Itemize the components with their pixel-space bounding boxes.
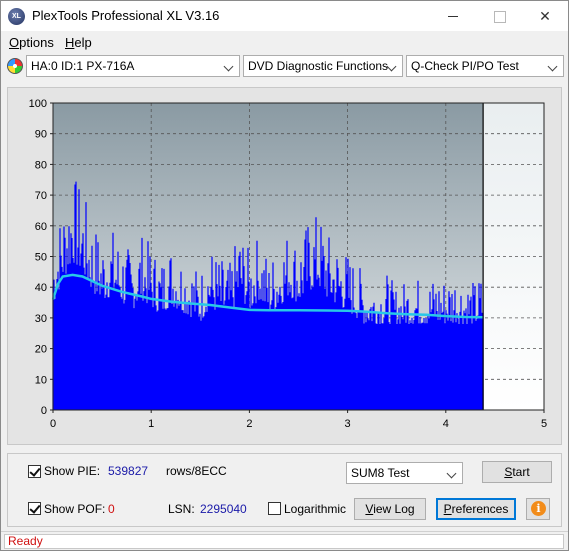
test-select[interactable]: Q-Check PI/PO Test: [406, 55, 564, 77]
app-logo-icon: XL: [8, 8, 25, 25]
pie-unit: rows/8ECC: [166, 464, 227, 478]
window-title: PlexTools Professional XL V3.16: [32, 8, 220, 23]
y-tick-label: 20: [35, 344, 47, 356]
app-window: XL PlexTools Professional XL V3.16 ✕ Opt…: [0, 0, 569, 551]
preferences-accel: P: [443, 502, 452, 516]
close-button[interactable]: ✕: [522, 1, 568, 31]
minimize-button[interactable]: [430, 1, 476, 31]
sum-test-select-value: SUM8 Test: [351, 466, 410, 480]
y-tick-label: 10: [35, 374, 47, 386]
y-tick-label: 50: [35, 252, 47, 264]
x-tick-label: 5: [541, 418, 547, 430]
info-button[interactable]: i: [526, 498, 550, 520]
x-tick-label: 2: [246, 418, 252, 430]
lsn-value: 2295040: [200, 502, 247, 516]
menu-options-label: ptions: [19, 35, 54, 50]
drive-disc-icon: [7, 58, 23, 74]
menu-bar: Options Help: [1, 31, 568, 53]
function-select-value: DVD Diagnostic Functions: [248, 59, 389, 73]
pie-value: 539827: [108, 464, 149, 478]
start-button[interactable]: Start: [482, 461, 552, 483]
y-tick-label: 70: [35, 190, 47, 202]
y-tick-label: 80: [35, 159, 47, 171]
lsn-label: LSN:: [168, 502, 195, 516]
menu-options-accel: O: [9, 35, 20, 50]
function-select[interactable]: DVD Diagnostic Functions: [243, 55, 403, 77]
y-tick-label: 30: [35, 313, 47, 325]
status-box: Ready: [4, 534, 564, 549]
y-tick-label: 90: [35, 129, 47, 141]
menu-help-accel: H: [65, 35, 75, 50]
x-tick-label: 1: [148, 418, 154, 430]
view-log-button[interactable]: View Log: [354, 498, 426, 520]
preferences-button[interactable]: Preferences: [436, 498, 516, 520]
y-tick-label: 40: [35, 282, 47, 294]
drive-select[interactable]: HA:0 ID:1 PX-716A: [26, 55, 240, 77]
show-pof-label: Show POF:: [44, 502, 106, 516]
show-pof-checkbox[interactable]: [28, 502, 41, 515]
info-icon: i: [531, 501, 546, 516]
x-tick-label: 4: [443, 418, 449, 430]
chevron-down-icon: [547, 56, 559, 76]
logarithmic-label: Logarithmic: [284, 502, 347, 516]
status-text: Ready: [8, 534, 43, 548]
logarithmic-checkbox[interactable]: [268, 502, 281, 515]
chevron-down-icon: [386, 56, 398, 76]
show-pie-checkbox[interactable]: [28, 465, 41, 478]
pie-chart-svg: 0 10 20 30 40 50 60 70 80 90 100 0 1 2 3 4 5: [29, 98, 547, 430]
x-tick-label: 0: [50, 418, 56, 430]
y-tick-label: 100: [29, 98, 47, 110]
bottom-panel: Show PIE: 539827 rows/8ECC SUM8 Test Sta…: [7, 453, 562, 527]
y-tick-label: 60: [35, 221, 47, 233]
start-label: tart: [512, 465, 530, 479]
title-bar: XL PlexTools Professional XL V3.16 ✕: [1, 1, 568, 31]
menu-help-label: elp: [74, 35, 92, 50]
chart-panel: 0 10 20 30 40 50 60 70 80 90 100 0 1 2 3 4 5: [7, 87, 562, 445]
x-tick-label: 3: [345, 418, 351, 430]
status-bar: Ready: [1, 531, 568, 550]
preferences-label: references: [451, 502, 509, 516]
show-pie-label: Show PIE:: [44, 464, 101, 478]
maximize-button[interactable]: [476, 1, 522, 31]
y-tick-label: 0: [41, 405, 47, 417]
menu-options[interactable]: Options: [9, 35, 54, 50]
chevron-down-icon: [446, 463, 458, 483]
test-select-value: Q-Check PI/PO Test: [411, 59, 519, 73]
chevron-down-icon: [223, 56, 235, 76]
view-log-label: iew Log: [373, 502, 415, 516]
drive-select-value: HA:0 ID:1 PX-716A: [31, 59, 135, 73]
sum-test-select[interactable]: SUM8 Test: [346, 462, 463, 484]
menu-help[interactable]: Help: [65, 35, 92, 50]
pof-value: 0: [108, 502, 115, 516]
